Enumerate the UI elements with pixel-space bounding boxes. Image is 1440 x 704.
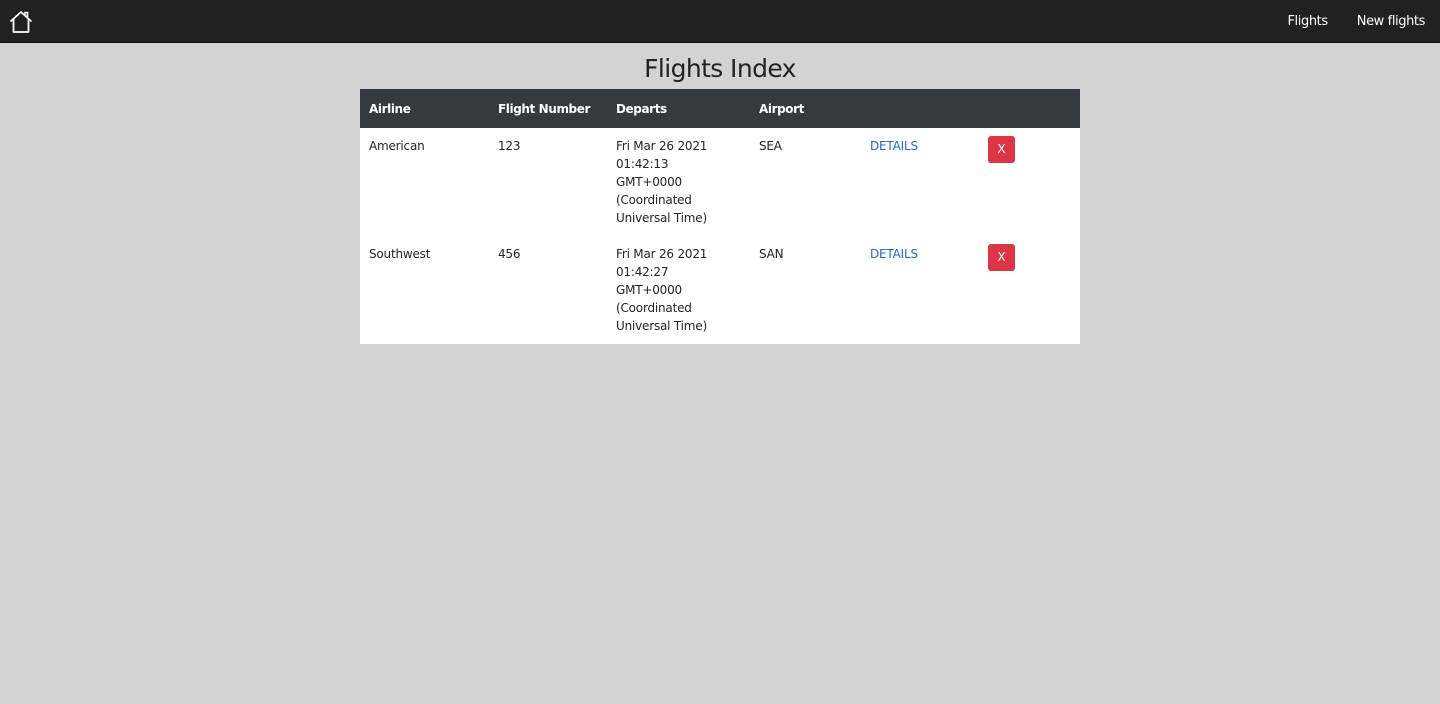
- top-navbar: Flights New flights: [0, 0, 1440, 43]
- flights-table: Airline Flight Number Departs Airport Am…: [360, 89, 1080, 344]
- delete-button[interactable]: X: [988, 244, 1015, 271]
- home-icon: [10, 11, 32, 33]
- cell-details: DETAILS: [861, 128, 979, 236]
- home-link[interactable]: [8, 9, 34, 35]
- column-header-flight-number: Flight Number: [498, 101, 591, 116]
- departs-text: Fri Mar 26 2021 01:42:27 GMT+0000 (Coord…: [616, 247, 708, 333]
- cell-airport: SAN: [759, 247, 784, 261]
- cell-departs: Fri Mar 26 2021 01:42:13 GMT+0000 (Coord…: [607, 128, 750, 236]
- table-row: American 123 Fri Mar 26 2021 01:42:13 GM…: [360, 128, 1080, 236]
- cell-flight-number: 456: [498, 247, 521, 261]
- nav-link-flights[interactable]: Flights: [1287, 14, 1328, 29]
- table-header-row: Airline Flight Number Departs Airport: [360, 89, 1080, 128]
- cell-flight-number: 123: [498, 139, 521, 153]
- column-header-airport: Airport: [759, 101, 805, 116]
- table-header: Airline Flight Number Departs Airport: [360, 89, 1080, 128]
- column-header-departs: Departs: [616, 101, 667, 116]
- table-body: American 123 Fri Mar 26 2021 01:42:13 GM…: [360, 128, 1080, 344]
- cell-delete: X: [979, 236, 1080, 344]
- column-header-airline: Airline: [369, 101, 411, 116]
- cell-airline: Southwest: [369, 247, 431, 261]
- details-link[interactable]: DETAILS: [870, 247, 918, 261]
- cell-delete: X: [979, 128, 1080, 236]
- column-header-delete: [979, 89, 1080, 128]
- page-title: Flights Index: [644, 54, 796, 83]
- column-header-details: [861, 89, 979, 128]
- delete-button[interactable]: X: [988, 136, 1015, 163]
- cell-airport: SEA: [759, 139, 782, 153]
- cell-airline: American: [369, 139, 425, 153]
- cell-details: DETAILS: [861, 236, 979, 344]
- cell-departs: Fri Mar 26 2021 01:42:27 GMT+0000 (Coord…: [607, 236, 750, 344]
- table-row: Southwest 456 Fri Mar 26 2021 01:42:27 G…: [360, 236, 1080, 344]
- details-link[interactable]: DETAILS: [870, 139, 918, 153]
- nav-links: Flights New flights: [1287, 0, 1425, 43]
- departs-text: Fri Mar 26 2021 01:42:13 GMT+0000 (Coord…: [616, 139, 708, 225]
- nav-link-new-flights[interactable]: New flights: [1357, 14, 1426, 29]
